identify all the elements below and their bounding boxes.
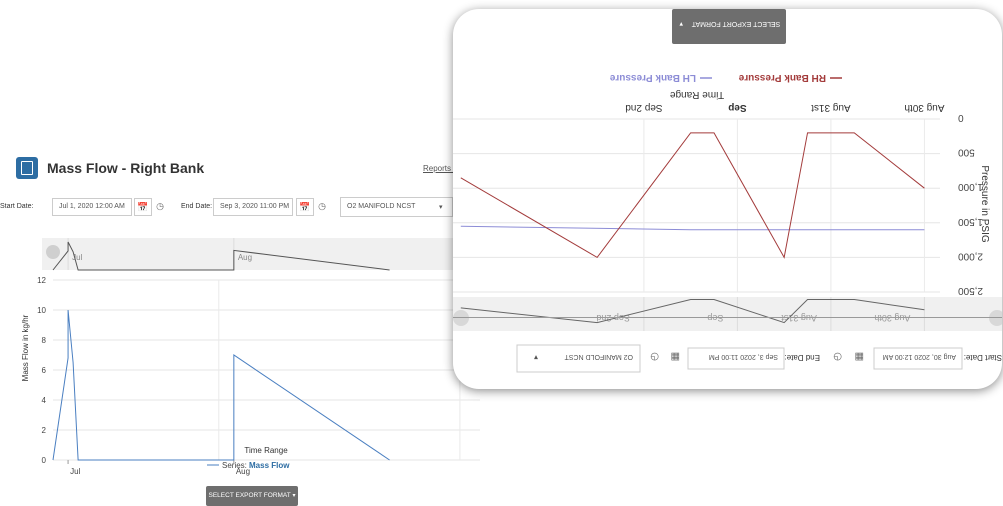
legend-series-name: LH Bank Pressure [609, 72, 696, 83]
navigator-label: Aug 30th [874, 313, 910, 323]
navigator-band[interactable] [453, 297, 1002, 331]
calendar-icon: ▦ [855, 351, 864, 362]
pressure-chart: Start Date: Aug 30, 2020 12:00 AM ▦ ◷ End Da… [453, 9, 1002, 373]
calendar-icon: ▦ [671, 351, 680, 362]
legend-series-name: RH Bank Pressure [738, 72, 826, 83]
navigator-label: Sep [707, 313, 723, 323]
navigator[interactable]: Jul Aug [42, 238, 480, 271]
y-tick-label: 2 [42, 426, 47, 435]
navigator-label: Aug 31st [781, 313, 817, 323]
pressure-panel: Start Date: Aug 30, 2020 12:00 AM ▦ ◷ End Da… [453, 9, 1002, 389]
y-tick-label: 6 [42, 366, 47, 375]
navigator-handle[interactable] [46, 245, 60, 259]
panel-export-label: SELECT EXPORT FORMAT [691, 20, 780, 27]
y-tick-label: 8 [42, 336, 47, 345]
manifold-select-value: O2 MANIFOLD NCST [347, 203, 416, 210]
lh-bank-pressure-line [460, 225, 925, 231]
rh-bank-pressure-line [460, 132, 925, 259]
mass-flow-chart: Jul Aug 024681012Jul AugMass Flow in kg/hr… [21, 238, 480, 476]
clock-icon: ◷ [833, 351, 842, 362]
legend[interactable]: Series: Mass Flow [207, 461, 290, 470]
y-tick-label: 500 [958, 147, 975, 158]
x-tick-label: Aug 31st [811, 102, 851, 113]
navigator-label: Aug [238, 253, 252, 262]
chart-grid [53, 279, 480, 464]
y-tick-label: 4 [42, 396, 47, 405]
x-tick-label: Aug 30th [904, 102, 944, 113]
export-format-button[interactable]: SELECT EXPORT FORMAT ▾ [206, 486, 298, 506]
x-axis-label: Time Range [244, 446, 288, 455]
manifold-select[interactable]: O2 MANIFOLD NCST ▾ [340, 197, 453, 217]
y-axis-label: Pressure in PSIG [979, 165, 990, 242]
calendar-icon[interactable]: 📅 [134, 198, 152, 216]
page-title: Mass Flow - Right Bank [47, 160, 205, 176]
chevron-down-icon: ▾ [439, 204, 443, 211]
y-tick-label: 2,000 [958, 250, 983, 261]
mass-flow-line [52, 309, 390, 461]
chart-series [52, 309, 390, 461]
panel-export-format-button[interactable]: SELECT EXPORT FORMAT ▾ [672, 9, 786, 44]
start-date-input[interactable]: Jul 1, 2020 12:00 AM [52, 198, 132, 216]
report-icon [16, 157, 38, 179]
x-axis-label: Time Range [670, 89, 725, 100]
panel-filter-row: Start Date: Aug 30, 2020 12:00 AM ▦ ◷ End Da… [516, 344, 1002, 373]
navigator-handle[interactable] [453, 310, 469, 326]
clock-icon[interactable]: ◷ [315, 198, 329, 216]
panel-start-label: Start Date: [964, 353, 1002, 362]
y-tick-label: 0 [958, 112, 964, 123]
chart-labels: 024681012Jul AugMass Flow in kg/hrTime Ra… [21, 276, 290, 476]
x-tick-label: Sep 2nd [625, 102, 662, 113]
panel-navigator[interactable]: Aug 30thAug 31stSepSep 2nd [453, 297, 1002, 331]
y-tick-label: 0 [42, 456, 47, 465]
chevron-down-icon: ▾ [679, 20, 683, 27]
x-tick-label: Sep [728, 102, 746, 113]
export-format-label: SELECT EXPORT FORMAT [208, 492, 291, 499]
start-date-label: Start Date: [0, 203, 34, 210]
panel-end-label: End Date: [784, 353, 820, 362]
legend-prefix: Series: [222, 461, 247, 470]
end-date-label: End Date: [181, 203, 213, 210]
clock-icon: ◷ [650, 351, 659, 362]
y-tick-label: 10 [37, 306, 46, 315]
end-date-input[interactable]: Sep 3, 2020 11:00 PM [213, 198, 293, 216]
panel-end-value: Sep 3, 2020 11:00 PM [709, 353, 778, 360]
chevron-down-icon: ▾ [292, 493, 296, 499]
chevron-down-icon: ▾ [534, 353, 538, 362]
clock-icon[interactable]: ◷ [153, 198, 167, 216]
legend-series-name: Mass Flow [249, 461, 290, 470]
legend[interactable]: RH Bank Pressure LH Bank Pressure [609, 72, 842, 83]
calendar-icon[interactable]: 📅 [296, 198, 314, 216]
y-tick-label: 12 [37, 276, 46, 285]
y-axis-label: Mass Flow in kg/hr [21, 314, 30, 381]
y-tick-label: 2,500 [958, 285, 983, 296]
x-tick-label: Jul [70, 467, 80, 476]
panel-start-value: Aug 30, 2020 12:00 AM [883, 353, 956, 360]
panel-select-value: O2 MANIFOLD NCST [564, 353, 633, 360]
